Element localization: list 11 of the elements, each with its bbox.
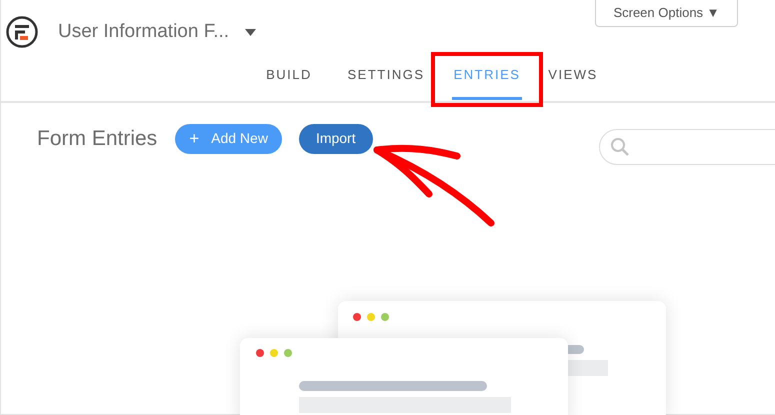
form-title: User Information F... bbox=[58, 20, 230, 44]
caret-icon[interactable] bbox=[245, 28, 256, 36]
nav-tab[interactable]: VIEWS bbox=[546, 52, 600, 100]
page-heading: Form Entries bbox=[37, 126, 158, 152]
logo-icon bbox=[6, 16, 38, 48]
nav-tab[interactable]: SETTINGS bbox=[345, 52, 426, 100]
import-button[interactable]: Import bbox=[298, 124, 373, 154]
nav-tab[interactable]: BUILD bbox=[264, 52, 314, 100]
search-field[interactable] bbox=[599, 129, 775, 165]
search-icon bbox=[610, 137, 630, 157]
screen-options-button[interactable]: Screen Options ▼ bbox=[595, 0, 738, 27]
